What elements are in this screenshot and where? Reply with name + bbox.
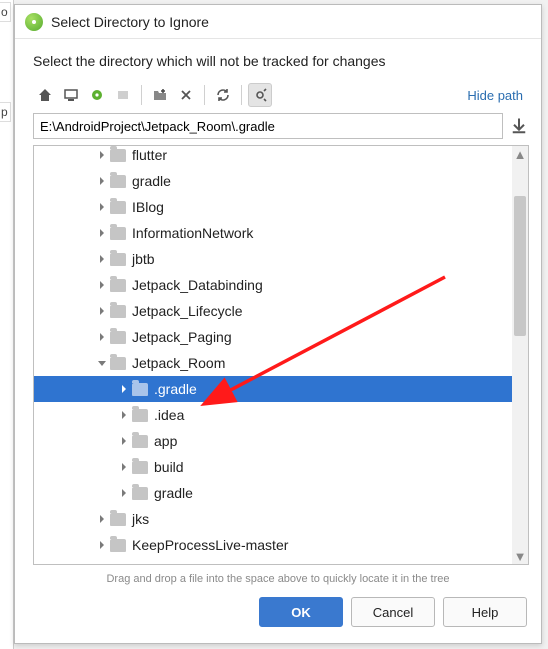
tree-row[interactable]: build <box>34 454 528 480</box>
help-button[interactable]: Help <box>443 597 527 627</box>
folder-label: .idea <box>154 407 184 423</box>
folder-icon <box>110 149 126 162</box>
chevron-down-icon[interactable] <box>94 358 110 368</box>
folder-label: Jetpack_Room <box>132 355 225 371</box>
folder-icon <box>110 175 126 188</box>
tree-row[interactable]: Jetpack_Databinding <box>34 272 528 298</box>
select-directory-dialog: Select Directory to Ignore Select the di… <box>14 4 542 644</box>
tree-row[interactable]: KeepProcessLive-master <box>34 532 528 558</box>
path-row <box>15 113 541 145</box>
tree-row[interactable]: flutter <box>34 145 528 168</box>
folder-icon <box>110 357 126 370</box>
new-folder-icon[interactable] <box>148 83 172 107</box>
tree-row[interactable]: jks <box>34 506 528 532</box>
vertical-scrollbar[interactable]: ▲ ▼ <box>512 146 528 564</box>
chevron-right-icon[interactable] <box>116 462 132 472</box>
separator <box>204 85 205 105</box>
android-studio-icon <box>25 13 43 31</box>
path-input[interactable] <box>33 113 503 139</box>
folder-icon <box>132 409 148 422</box>
folder-label: InformationNetwork <box>132 225 253 241</box>
folder-icon <box>132 435 148 448</box>
chevron-right-icon[interactable] <box>94 150 110 160</box>
tree-row[interactable]: gradle <box>34 168 528 194</box>
folder-icon <box>110 539 126 552</box>
delete-icon[interactable] <box>174 83 198 107</box>
folder-label: IBlog <box>132 199 164 215</box>
home-icon[interactable] <box>33 83 57 107</box>
tree-row[interactable]: .idea <box>34 402 528 428</box>
chevron-right-icon[interactable] <box>116 410 132 420</box>
dialog-buttons: OK Cancel Help <box>15 591 541 639</box>
chevron-right-icon[interactable] <box>116 488 132 498</box>
desktop-icon[interactable] <box>59 83 83 107</box>
tree-row[interactable]: Jetpack_Lifecycle <box>34 298 528 324</box>
titlebar: Select Directory to Ignore <box>15 5 541 39</box>
folder-label: gradle <box>154 485 193 501</box>
chevron-right-icon[interactable] <box>94 306 110 316</box>
folder-icon <box>132 461 148 474</box>
tree-row[interactable]: jbtb <box>34 246 528 272</box>
folder-icon <box>110 201 126 214</box>
folder-label: Jetpack_Paging <box>132 329 232 345</box>
separator <box>141 85 142 105</box>
tree-row[interactable]: Jetpack_Room <box>34 350 528 376</box>
chevron-right-icon[interactable] <box>94 176 110 186</box>
tree-row[interactable]: app <box>34 428 528 454</box>
separator <box>241 85 242 105</box>
folder-icon <box>110 279 126 292</box>
folder-label: KeepProcessLive-master <box>132 537 288 553</box>
drag-hint: Drag and drop a file into the space abov… <box>15 569 541 591</box>
module-icon[interactable] <box>111 83 135 107</box>
tree-row-selected[interactable]: .gradle <box>34 376 528 402</box>
scroll-down-icon[interactable]: ▼ <box>512 548 528 564</box>
tree-row[interactable]: gradle <box>34 480 528 506</box>
folder-icon <box>110 331 126 344</box>
history-dropdown-icon[interactable] <box>509 116 529 136</box>
chevron-right-icon[interactable] <box>116 384 132 394</box>
chevron-right-icon[interactable] <box>94 228 110 238</box>
chevron-right-icon[interactable] <box>116 436 132 446</box>
show-hidden-icon[interactable] <box>248 83 272 107</box>
folder-icon <box>110 253 126 266</box>
ok-button[interactable]: OK <box>259 597 343 627</box>
close-icon[interactable] <box>519 9 531 34</box>
folder-label: flutter <box>132 147 167 163</box>
chevron-right-icon[interactable] <box>94 540 110 550</box>
project-icon[interactable] <box>85 83 109 107</box>
tree-row[interactable]: IBlog <box>34 194 528 220</box>
folder-label: build <box>154 459 184 475</box>
folder-label: .gradle <box>154 381 197 397</box>
folder-label: Jetpack_Lifecycle <box>132 303 243 319</box>
folder-label: Jetpack_Databinding <box>132 277 263 293</box>
folder-icon <box>110 305 126 318</box>
scrollbar-thumb[interactable] <box>514 196 526 336</box>
directory-tree[interactable]: flutter gradle IBlog InformationNetwork jbtb… <box>33 145 529 565</box>
scroll-up-icon[interactable]: ▲ <box>512 146 528 162</box>
toolbar: Hide path <box>15 75 541 113</box>
folder-label: gradle <box>132 173 171 189</box>
tree-row[interactable]: InformationNetwork <box>34 220 528 246</box>
folder-label: jks <box>132 511 149 527</box>
dialog-title: Select Directory to Ignore <box>51 14 519 30</box>
tree-row[interactable]: Jetpack_Paging <box>34 324 528 350</box>
dialog-instruction: Select the directory which will not be t… <box>15 39 541 75</box>
chevron-right-icon[interactable] <box>94 514 110 524</box>
folder-icon <box>110 513 126 526</box>
folder-label: jbtb <box>132 251 155 267</box>
folder-icon <box>132 383 148 396</box>
chevron-right-icon[interactable] <box>94 280 110 290</box>
folder-label: app <box>154 433 177 449</box>
chevron-right-icon[interactable] <box>94 332 110 342</box>
folder-icon <box>132 487 148 500</box>
hide-path-link[interactable]: Hide path <box>461 86 529 105</box>
chevron-right-icon[interactable] <box>94 202 110 212</box>
chevron-right-icon[interactable] <box>94 254 110 264</box>
refresh-icon[interactable] <box>211 83 235 107</box>
folder-icon <box>110 227 126 240</box>
cancel-button[interactable]: Cancel <box>351 597 435 627</box>
